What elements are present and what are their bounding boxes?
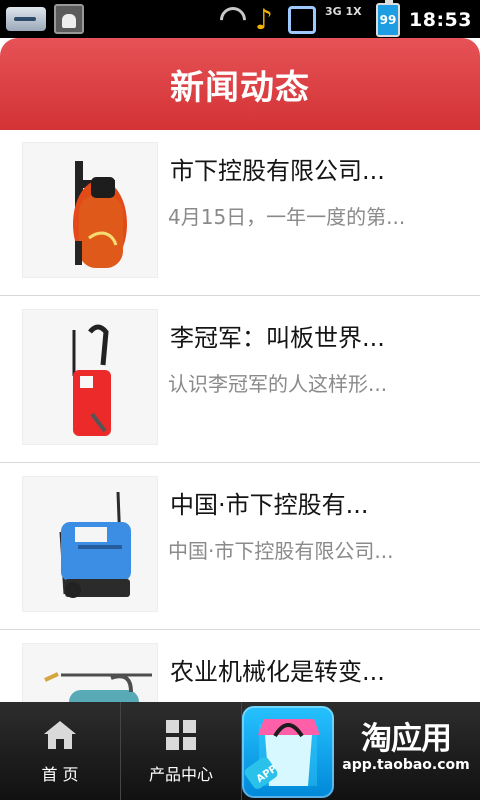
usb-icon [6, 7, 46, 31]
sprayer-thumbnail [22, 142, 158, 278]
music-note-icon: ♪ [255, 3, 273, 36]
vibrate-icon [288, 6, 317, 34]
taobao-app-logo-text: 淘应用 [361, 721, 452, 757]
status-time: 18:53 [409, 9, 472, 31]
news-item[interactable]: 中国·市下控股有... 中国·市下控股有限公司... [0, 463, 480, 630]
page-title: 新闻动态 [170, 67, 310, 108]
taobao-app-url: app.taobao.com [342, 757, 470, 773]
android-debug-icon [54, 4, 84, 34]
taobao-app-icon[interactable]: APP [242, 706, 334, 798]
status-left-icons [6, 4, 84, 34]
taobao-app-promo[interactable]: 淘应用 app.taobao.com [332, 722, 480, 782]
wifi-icon [214, 1, 252, 39]
news-title[interactable]: 市下控股有限公司... [170, 155, 440, 187]
home-nav-label: 首 页 [41, 765, 79, 784]
network-icon: 3G 1X [325, 5, 362, 18]
status-right-icons: ♪ 3G 1X 99 18:53 [214, 0, 472, 39]
battery-icon: 99 [376, 0, 401, 37]
news-list[interactable]: 市下控股有限公司... 4月15日，一年一度的第... 李冠军：叫板世界... … [0, 130, 480, 702]
news-summary: 4月15日，一年一度的第... [168, 205, 406, 229]
news-summary: 中国·市下控股有限公司... [168, 539, 394, 563]
products-nav-button[interactable]: 产品中心 [121, 702, 241, 800]
home-nav-button[interactable]: 首 页 [0, 702, 120, 800]
news-item[interactable]: 市下控股有限公司... 4月15日，一年一度的第... [0, 130, 480, 296]
home-icon [44, 721, 76, 749]
news-title[interactable]: 农业机械化是转变... [170, 656, 440, 688]
sprayer-thumbnail [22, 643, 158, 702]
news-title[interactable]: 李冠军：叫板世界... [170, 322, 440, 354]
news-item[interactable]: 李冠军：叫板世界... 认识李冠军的人这样形... [0, 296, 480, 463]
status-bar: ♪ 3G 1X 99 18:53 [0, 0, 480, 39]
page-header: 新闻动态 [0, 38, 480, 130]
products-nav-label: 产品中心 [148, 765, 213, 784]
news-summary: 认识李冠军的人这样形... [168, 372, 388, 396]
sprayer-thumbnail [22, 309, 158, 445]
sprayer-thumbnail [22, 476, 158, 612]
news-item[interactable]: 农业机械化是转变... [0, 630, 480, 702]
grid-icon [166, 720, 196, 750]
news-title[interactable]: 中国·市下控股有... [170, 489, 440, 521]
